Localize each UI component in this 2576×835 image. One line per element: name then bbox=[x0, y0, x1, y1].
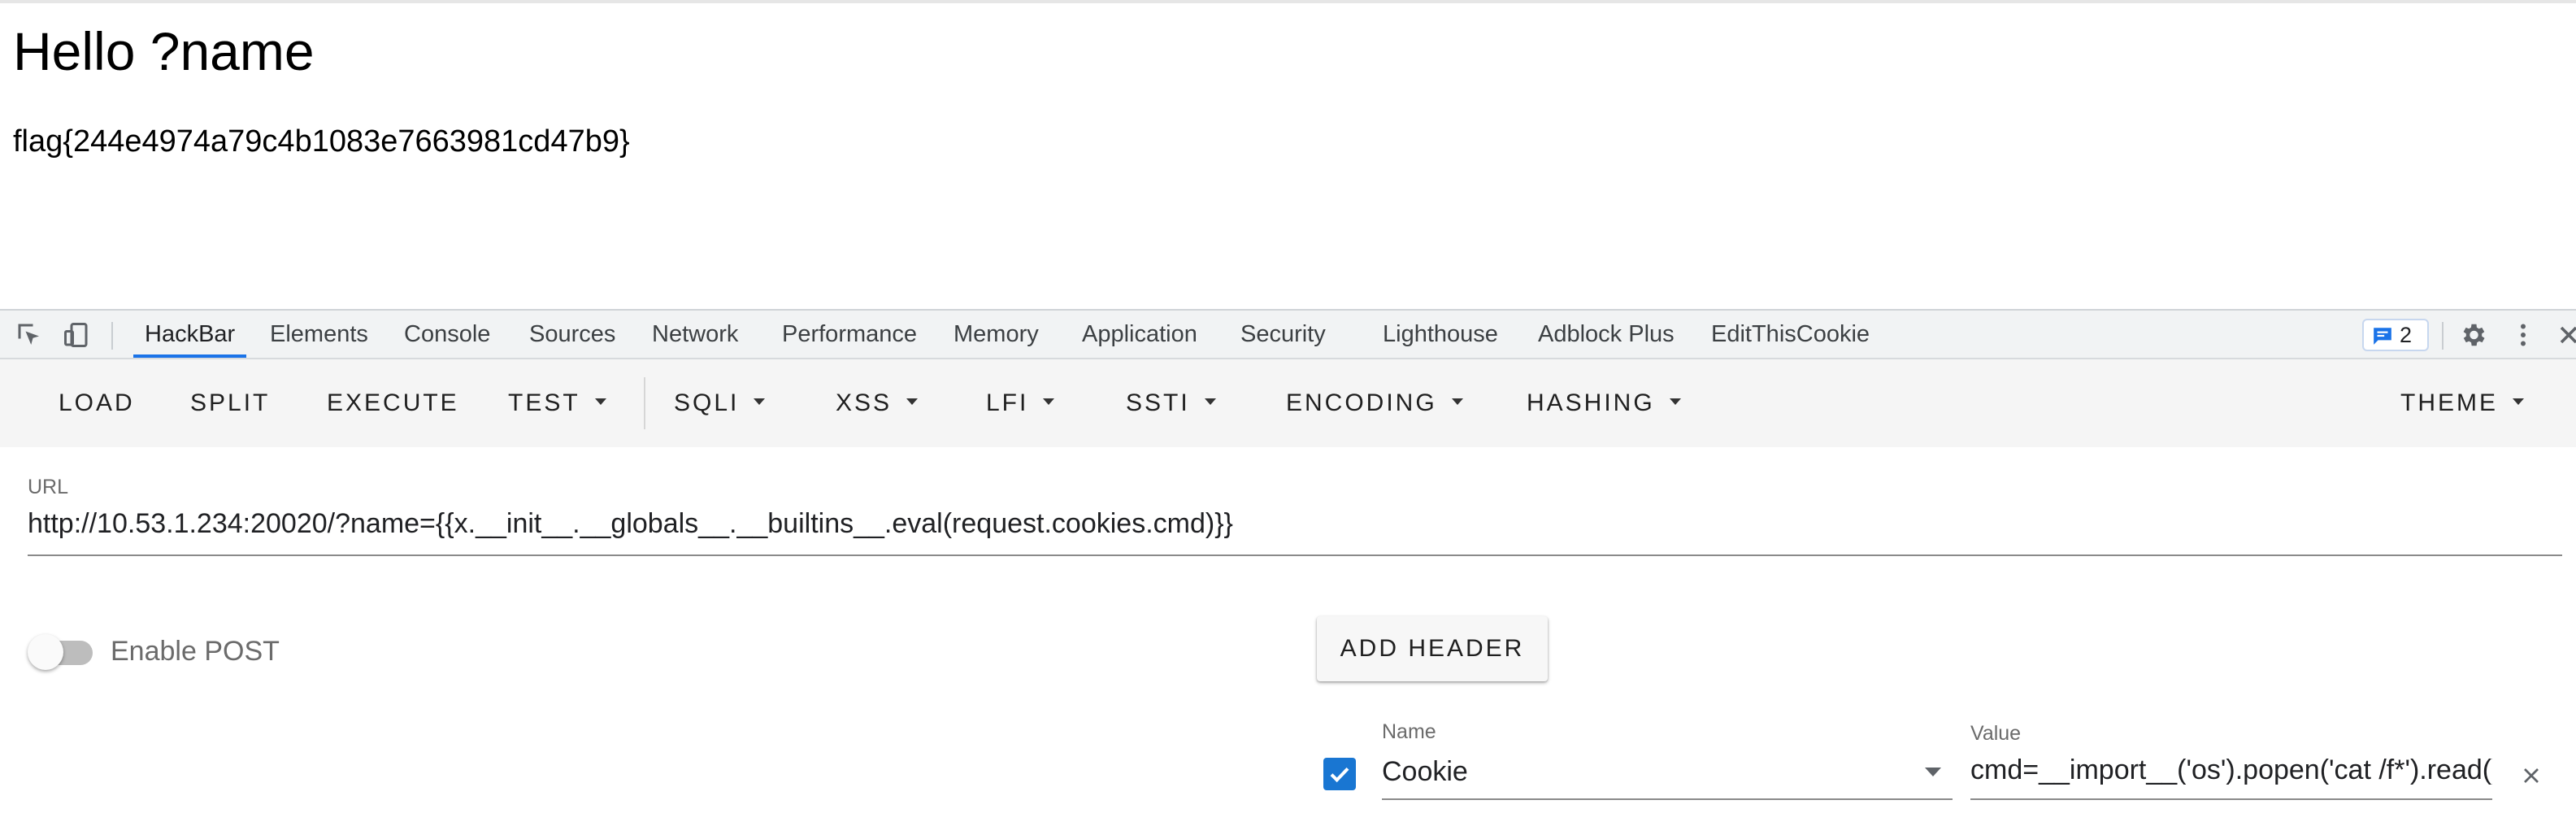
url-label: URL bbox=[28, 476, 69, 498]
split-button[interactable]: SPLIT bbox=[190, 359, 270, 447]
tab-console[interactable]: Console bbox=[404, 311, 490, 358]
header-name-value: Cookie bbox=[1382, 756, 1468, 787]
test-menu-button[interactable]: TEST bbox=[508, 359, 606, 447]
encoding-menu-button[interactable]: ENCODING bbox=[1286, 359, 1463, 447]
chevron-down-icon bbox=[1669, 398, 1681, 406]
tab-lighthouse[interactable]: Lighthouse bbox=[1383, 311, 1498, 358]
toolbar-separator bbox=[644, 377, 645, 429]
chevron-down-icon bbox=[2513, 398, 2524, 406]
toggle-thumb bbox=[28, 634, 63, 670]
chevron-down-icon bbox=[754, 398, 766, 406]
header-enabled-checkbox[interactable] bbox=[1323, 758, 1356, 790]
theme-menu-button[interactable]: THEME bbox=[2400, 359, 2524, 447]
issues-badge[interactable]: 2 bbox=[2362, 319, 2429, 351]
tab-network[interactable]: Network bbox=[652, 311, 738, 358]
top-border bbox=[0, 0, 2576, 3]
add-header-button[interactable]: ADD HEADER bbox=[1317, 616, 1548, 681]
header-value-label: Value bbox=[1970, 722, 2022, 745]
header-name-select[interactable]: Cookie bbox=[1382, 746, 1953, 800]
header-value-text: cmd=__import__('os').popen('cat /f*').re… bbox=[1970, 755, 2492, 785]
execute-button[interactable]: EXECUTE bbox=[327, 359, 459, 447]
chevron-down-icon bbox=[906, 398, 919, 406]
more-options-icon[interactable] bbox=[2509, 320, 2538, 350]
close-icon[interactable] bbox=[2554, 320, 2576, 350]
tab-application[interactable]: Application bbox=[1082, 311, 1197, 358]
xss-menu-button[interactable]: XSS bbox=[836, 359, 919, 447]
sqli-menu-button[interactable]: SQLI bbox=[674, 359, 766, 447]
gear-icon[interactable] bbox=[2458, 320, 2487, 350]
issues-count: 2 bbox=[2400, 323, 2413, 347]
toolbar-separator bbox=[2442, 322, 2444, 350]
toolbar-separator bbox=[111, 322, 113, 350]
header-name-label: Name bbox=[1382, 720, 1436, 743]
chevron-down-icon bbox=[594, 398, 606, 406]
flag-text: flag{244e4974a79c4b1083e7663981cd47b9} bbox=[13, 124, 630, 159]
hashing-menu-button[interactable]: HASHING bbox=[1527, 359, 1681, 447]
enable-post-label: Enable POST bbox=[111, 636, 280, 667]
load-button[interactable]: LOAD bbox=[59, 359, 135, 447]
chevron-down-icon bbox=[1043, 398, 1055, 406]
tab-security[interactable]: Security bbox=[1240, 311, 1326, 358]
url-value: http://10.53.1.234:20020/?name={{x.__ini… bbox=[28, 508, 1233, 539]
url-input[interactable]: http://10.53.1.234:20020/?name={{x.__ini… bbox=[28, 502, 2562, 556]
tab-adblock-plus[interactable]: Adblock Plus bbox=[1538, 311, 1675, 358]
header-value-input[interactable]: cmd=__import__('os').popen('cat /f*').re… bbox=[1970, 746, 2492, 800]
inspect-element-icon[interactable] bbox=[15, 320, 44, 350]
issues-icon bbox=[2374, 328, 2391, 345]
tab-memory[interactable]: Memory bbox=[954, 311, 1039, 358]
ssti-menu-button[interactable]: SSTI bbox=[1126, 359, 1216, 447]
device-toolbar-icon[interactable] bbox=[62, 320, 91, 350]
lfi-menu-button[interactable]: LFI bbox=[986, 359, 1055, 447]
chevron-down-icon bbox=[1925, 768, 1941, 776]
tab-sources[interactable]: Sources bbox=[529, 311, 615, 358]
hackbar-toolbar: LOAD SPLIT EXECUTE TEST SQLI XSS LFI SST… bbox=[0, 359, 2576, 447]
page-heading: Hello ?name bbox=[13, 21, 315, 81]
tab-performance[interactable]: Performance bbox=[782, 311, 917, 358]
tab-hackbar[interactable]: HackBar bbox=[132, 311, 247, 358]
devtools-tabbar: HackBar Elements Console Sources Network… bbox=[0, 309, 2576, 359]
chevron-down-icon bbox=[1204, 398, 1216, 406]
remove-header-icon[interactable] bbox=[2518, 763, 2544, 789]
tab-editthiscookie[interactable]: EditThisCookie bbox=[1711, 311, 1870, 358]
tab-elements[interactable]: Elements bbox=[270, 311, 368, 358]
chevron-down-icon bbox=[1451, 398, 1463, 406]
enable-post-toggle[interactable] bbox=[28, 634, 98, 670]
checkmark-icon bbox=[1330, 767, 1349, 783]
